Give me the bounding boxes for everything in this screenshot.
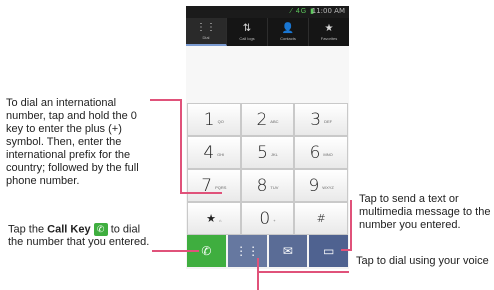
voice-dial-icon: ⋮⋮: [235, 244, 260, 258]
tab-call-logs[interactable]: ⇅ Call logs: [227, 18, 268, 46]
key-letters: MNO: [323, 152, 333, 157]
tab-bar: ⋮⋮ Dial ⇅ Call logs 👤 Contacts ★ Favorit…: [186, 18, 349, 46]
tab-label: Dial: [202, 35, 210, 40]
message-icon: ✉: [282, 244, 293, 258]
callout-line: [152, 250, 199, 252]
key-digit: 5: [257, 142, 268, 163]
phone-screen: ⁄ 4G ▮ 11:00 AM ⋮⋮ Dial ⇅ Call logs 👤 Co…: [186, 6, 349, 269]
callout-international: To dial an international number, tap and…: [6, 97, 139, 187]
callout-line: [350, 200, 352, 250]
callout-text-message: Tap to send a text or multimedia message…: [359, 193, 491, 231]
key-digit: 6: [309, 142, 321, 163]
key-digit: 8: [256, 175, 268, 196]
call-logs-icon: ⇅: [242, 23, 252, 34]
callout-call-key-label: Call Key: [47, 223, 91, 236]
key-hash[interactable]: #: [295, 203, 347, 234]
contacts-icon: 👤: [281, 23, 295, 34]
tab-contacts[interactable]: 👤 Contacts: [268, 18, 309, 46]
key-letters: DEF: [324, 119, 333, 124]
callout-line: [257, 271, 349, 273]
keypad-icon: ⋮⋮: [196, 22, 216, 33]
key-letters: JKL: [270, 152, 278, 157]
key-2[interactable]: 2 ABC: [241, 104, 294, 135]
callout-line: [180, 192, 222, 194]
tab-label: Call logs: [239, 36, 255, 41]
key-digit: 9: [308, 175, 320, 196]
status-time: 11:00 AM: [311, 7, 345, 15]
star-icon: ★: [324, 23, 334, 34]
callout-line: [341, 249, 352, 251]
key-digit: 1: [203, 109, 215, 130]
callout-line: [180, 99, 182, 193]
tab-favorites[interactable]: ★ Favorites: [309, 18, 349, 46]
phone-icon: ✆: [93, 223, 108, 236]
key-9[interactable]: 9 WXYZ: [295, 170, 347, 201]
tab-dial[interactable]: ⋮⋮ Dial: [186, 18, 227, 46]
key-letters: PQRS: [215, 185, 227, 190]
message-button[interactable]: ✉: [268, 235, 308, 267]
callout-call-prefix: Tap the: [8, 223, 45, 236]
key-5[interactable]: 5 JKL: [241, 137, 294, 168]
voicemail-icon: ⌂: [219, 218, 222, 223]
key-letters: ABC: [270, 119, 279, 124]
more-button[interactable]: ▭: [309, 235, 348, 267]
key-digit: ★: [206, 212, 217, 225]
key-digit: 0: [259, 208, 271, 229]
key-letters: QO: [217, 119, 224, 124]
status-bar: ⁄ 4G ▮ 11:00 AM: [186, 6, 349, 18]
key-letters: TUV: [270, 185, 279, 190]
key-4[interactable]: 4 GHI: [188, 137, 240, 168]
key-digit: 2: [256, 109, 268, 130]
tab-label: Contacts: [280, 36, 296, 41]
callout-line: [257, 258, 259, 290]
key-letters: GHI: [217, 152, 225, 157]
key-6[interactable]: 6 MNO: [295, 137, 347, 168]
dialpad: 1 QO 2 ABC 3 DEF 4 GHI 5 JKL 6 MNO 7 PQRS 8 TUV …: [187, 103, 348, 235]
key-digit: #: [316, 212, 326, 225]
more-icon: ▭: [322, 244, 335, 258]
phone-icon: ✆: [201, 244, 212, 258]
key-3[interactable]: 3 DEF: [295, 104, 347, 135]
key-letters: WXYZ: [322, 185, 334, 190]
key-letters: +: [273, 218, 276, 223]
key-0[interactable]: 0 +: [241, 203, 294, 234]
callout-call-key: Tap the Call Key ✆ to dial the number th…: [8, 223, 150, 249]
callout-voice: Tap to dial using your voice: [356, 255, 489, 267]
key-1[interactable]: 1 QO: [188, 104, 240, 135]
key-digit: 4: [203, 142, 215, 163]
key-star[interactable]: ★ ⌂: [188, 203, 240, 234]
key-8[interactable]: 8 TUV: [241, 170, 294, 201]
tab-label: Favorites: [320, 36, 338, 41]
voice-dial-button[interactable]: ⋮⋮: [227, 235, 267, 267]
key-digit: 3: [310, 109, 322, 130]
action-bar: ✆ ⋮⋮ ✉ ▭: [187, 235, 348, 267]
number-entry-field[interactable]: [186, 46, 349, 103]
key-7[interactable]: 7 PQRS: [188, 170, 240, 201]
